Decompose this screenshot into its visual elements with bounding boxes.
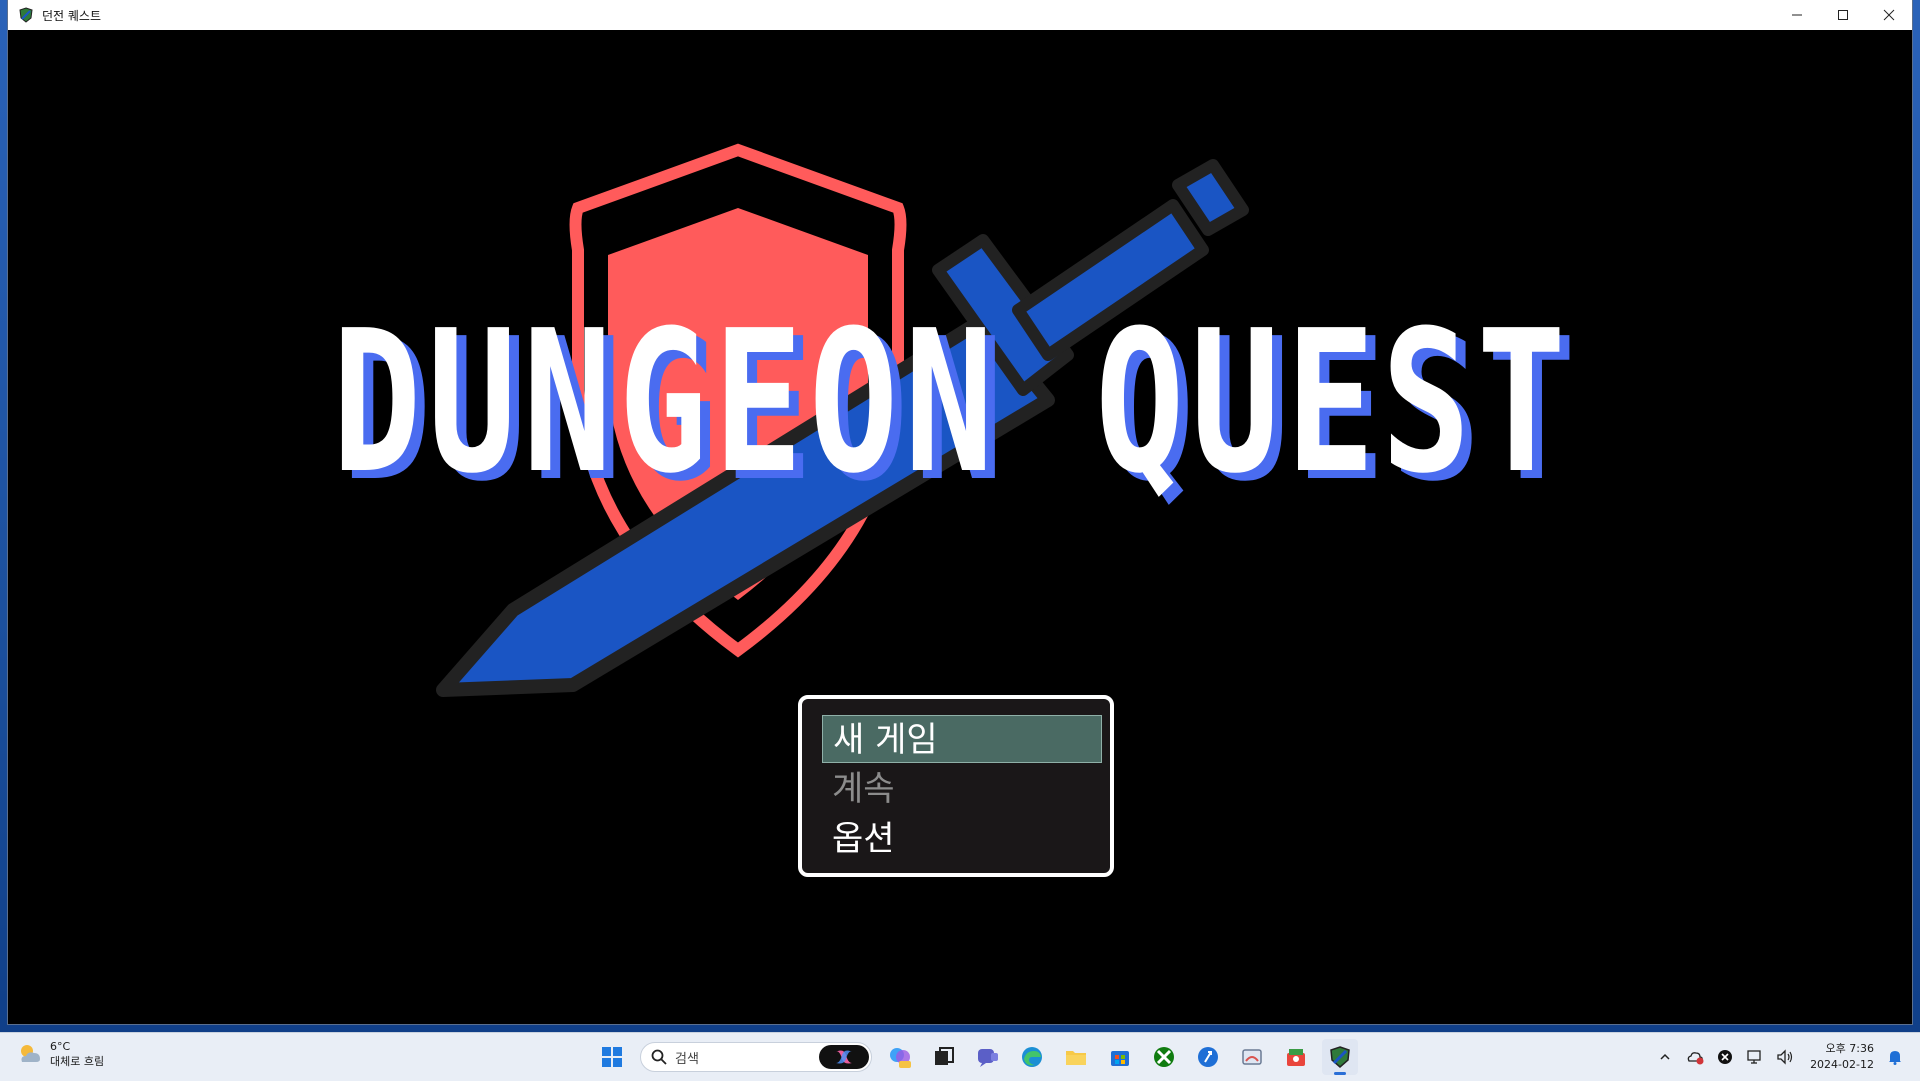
close-button[interactable] (1866, 0, 1912, 30)
microsoft-store-icon[interactable] (1102, 1039, 1138, 1075)
logo-title: DUNGEON QUEST (332, 289, 1572, 517)
taskbar-search-box[interactable]: 검색 (640, 1042, 872, 1072)
clock-time: 오후 7:36 (1825, 1042, 1874, 1055)
snipping-tool-icon[interactable] (1234, 1039, 1270, 1075)
quick-assist-icon[interactable] (1190, 1039, 1226, 1075)
xbox-icon[interactable] (1146, 1039, 1182, 1075)
show-hidden-icons-chevron-up-icon[interactable] (1653, 1045, 1677, 1069)
status-x-icon[interactable] (1713, 1045, 1737, 1069)
game-canvas: DUNGEON QUEST DUNGEON QUEST 새 게임 계속 옵션 (8, 30, 1912, 1024)
start-button[interactable] (594, 1039, 630, 1075)
cloudy-weather-icon (21, 1045, 40, 1062)
windows-logo-icon (602, 1047, 622, 1067)
taskbar-clock[interactable]: 오후 7:36 2024-02-12 (1810, 1041, 1874, 1073)
menu-item-new-game[interactable]: 새 게임 (822, 715, 1102, 763)
copilot-pre-app-icon[interactable] (882, 1039, 918, 1075)
app-icon (18, 7, 34, 23)
title-bar[interactable]: 던전 퀘스트 (8, 0, 1912, 31)
clock-date: 2024-02-12 (1810, 1058, 1874, 1071)
weather-widget[interactable]: 6°C 대체로 흐림 (16, 1039, 104, 1069)
system-tray: 오후 7:36 2024-02-12 (1650, 1037, 1910, 1077)
notification-bell-icon[interactable] (1883, 1045, 1907, 1069)
game-window: 던전 퀘스트 DUNGEON QUEST DUNGEON QUEST 새 게임 … (8, 0, 1912, 1024)
volume-icon[interactable] (1773, 1045, 1797, 1069)
onedrive-error-icon[interactable] (1683, 1045, 1707, 1069)
menu-item-options[interactable]: 옵션 (822, 815, 1102, 863)
teams-chat-icon[interactable] (970, 1039, 1006, 1075)
game-launcher-icon[interactable] (1278, 1039, 1314, 1075)
minimize-button[interactable] (1774, 0, 1820, 30)
copilot-icon[interactable] (819, 1045, 869, 1069)
search-icon (651, 1049, 667, 1065)
taskbar-apps: 검색 (590, 1037, 1362, 1077)
window-controls (1774, 0, 1912, 30)
menu-item-continue[interactable]: 계속 (822, 765, 1102, 813)
dungeon-quest-taskbar-icon[interactable] (1322, 1039, 1358, 1075)
taskbar: 6°C 대체로 흐림 검색 오후 7:36 2024-02-12 (0, 1032, 1920, 1081)
network-icon[interactable] (1743, 1045, 1767, 1069)
maximize-button[interactable] (1820, 0, 1866, 30)
window-title: 던전 퀘스트 (42, 8, 102, 23)
maximize-icon (1838, 10, 1848, 20)
title-menu: 새 게임 계속 옵션 (798, 695, 1114, 877)
edge-browser-icon[interactable] (1014, 1039, 1050, 1075)
weather-temperature: 6°C (50, 1040, 71, 1053)
weather-condition: 대체로 흐림 (50, 1055, 105, 1068)
search-placeholder: 검색 (675, 1051, 699, 1067)
minimize-icon (1792, 14, 1802, 16)
file-explorer-icon[interactable] (1058, 1039, 1094, 1075)
dungeon-quest-logo: DUNGEON QUEST DUNGEON QUEST (332, 143, 1574, 697)
close-icon (1883, 9, 1895, 21)
task-view-icon[interactable] (926, 1039, 962, 1075)
